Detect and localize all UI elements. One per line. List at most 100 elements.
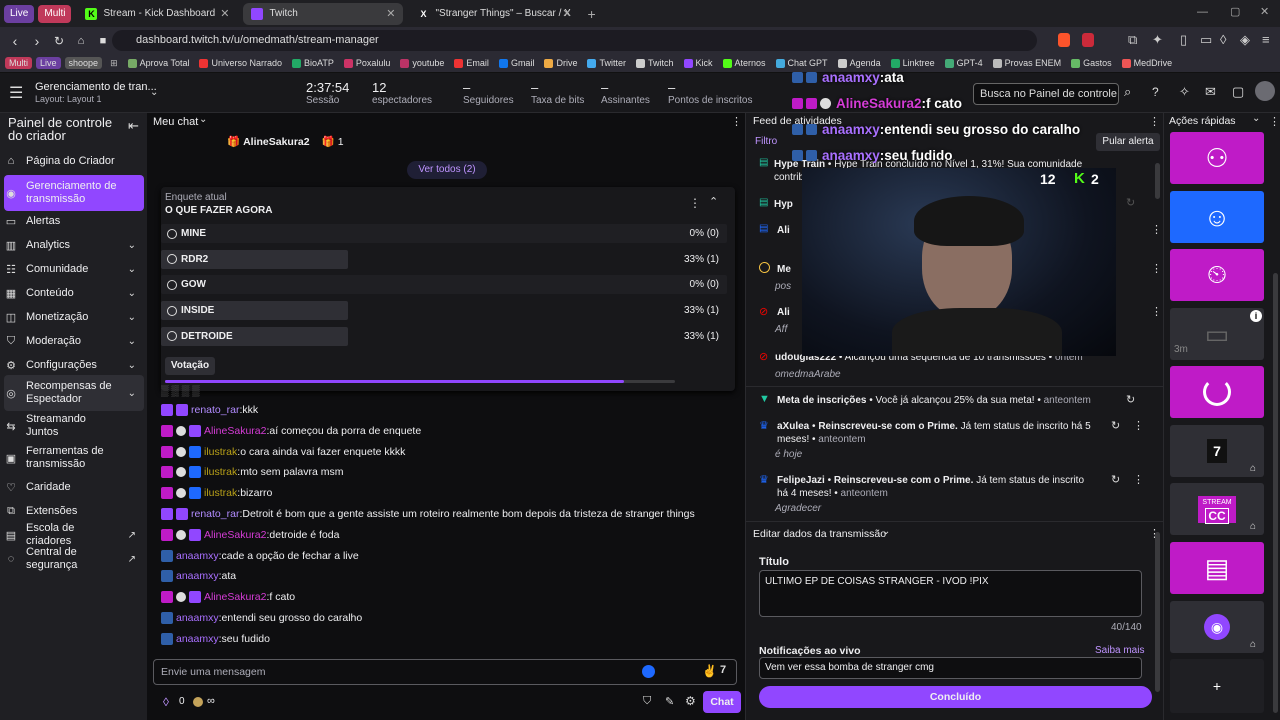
replay-icon[interactable]: ↻ xyxy=(1111,473,1120,486)
replay-icon[interactable]: ↻ xyxy=(1126,196,1135,209)
sidebar-item-8[interactable]: ⚙ Configurações ⌄ xyxy=(4,355,144,375)
menu-icon[interactable]: ≡ xyxy=(1262,32,1270,47)
chat-input[interactable]: Envie uma mensagem ✌ 7 xyxy=(153,659,737,685)
see-all-button[interactable]: Ver todos (2) xyxy=(407,161,487,179)
sidebar-item-10[interactable]: ⇆ Streamando Juntos xyxy=(4,413,144,438)
chat-username[interactable]: ilustrak xyxy=(204,487,237,499)
gift-badge-icon[interactable] xyxy=(176,592,186,603)
bookmark-item[interactable]: Twitter xyxy=(587,58,626,68)
tab-multi[interactable]: Multi xyxy=(38,4,72,23)
add-raid-button[interactable]: ⚇ xyxy=(1170,132,1264,184)
new-tab-icon[interactable]: + xyxy=(587,6,595,22)
chat-username[interactable]: AlineSakura2 xyxy=(204,591,266,603)
title-field[interactable]: ULTIMO EP DE COISAS STRANGER - IVOD !PIX xyxy=(759,570,1142,617)
gift-badge-icon[interactable] xyxy=(176,425,186,436)
url-field[interactable]: dashboard.twitch.tv/u/omedmath/stream-ma… xyxy=(112,30,1037,51)
reload-icon[interactable]: ↻ xyxy=(48,34,70,48)
search-icon[interactable]: ⌕ xyxy=(1124,84,1131,100)
chat-username[interactable]: AlineSakura2 xyxy=(204,425,266,437)
sidebar-item-11[interactable]: ▣ Ferramentas de transmissão xyxy=(4,440,144,476)
sub-badge-icon[interactable] xyxy=(161,466,173,479)
slow-mode-button[interactable]: ⏲ xyxy=(1170,249,1264,301)
seventv-button[interactable]: 7 ⌂ xyxy=(1170,425,1264,477)
maximize-icon[interactable]: ▢ xyxy=(1230,5,1240,18)
sub-badge-icon[interactable] xyxy=(161,632,173,645)
whispers-icon[interactable]: ▢ xyxy=(1232,84,1244,100)
skip-alert-button[interactable]: Pular alerta xyxy=(1096,133,1160,151)
ad-button[interactable]: ▭ i 3m xyxy=(1170,308,1264,360)
bookmark-item[interactable]: Kick xyxy=(683,58,713,68)
chat-username[interactable]: renato_rar xyxy=(191,404,239,416)
bookmark-item[interactable]: Twitch xyxy=(635,58,674,68)
more-options-icon[interactable]: ⋮ xyxy=(689,196,701,210)
chevron-down-icon[interactable]: ⌄ xyxy=(1252,113,1260,124)
chevron-up-icon[interactable]: ⌃ xyxy=(709,195,718,208)
gift-badge-icon[interactable] xyxy=(176,446,186,457)
more-options-icon[interactable]: ⋮ xyxy=(731,115,742,128)
gift-badge-icon[interactable] xyxy=(176,488,186,499)
hamburger-icon[interactable]: ☰ xyxy=(9,83,23,103)
window-close-icon[interactable]: ✕ xyxy=(1260,5,1269,18)
poll-option[interactable]: GOW 0% (0) xyxy=(161,275,727,295)
podcast-button[interactable]: ◉ ⌂ xyxy=(1170,601,1264,653)
emote-only-button[interactable]: ☺ xyxy=(1170,191,1264,243)
vote-button[interactable]: Votação xyxy=(165,357,215,375)
scrollbar[interactable] xyxy=(1273,273,1278,713)
channel-points-icon[interactable]: ◊ xyxy=(163,695,169,709)
home-icon[interactable]: ⌂ xyxy=(70,35,92,47)
bookmark-item[interactable]: Live xyxy=(36,57,61,69)
filter-button[interactable]: Filtro xyxy=(755,136,777,147)
sub-badge-icon[interactable] xyxy=(161,549,173,562)
back-icon[interactable]: ‹ xyxy=(4,33,26,49)
collapse-sidebar-icon[interactable]: ⇤ xyxy=(128,118,139,134)
minimize-icon[interactable]: — xyxy=(1197,6,1208,18)
bookmark-item[interactable]: Gmail xyxy=(498,58,534,68)
radio-icon[interactable] xyxy=(167,228,177,239)
bookmark-item[interactable]: Gastos xyxy=(1071,58,1112,68)
poll-option[interactable]: DETROIDE 33% (1) xyxy=(161,326,727,346)
sub-badge-icon[interactable] xyxy=(161,508,173,520)
sub-badge-icon[interactable] xyxy=(161,404,173,416)
replay-icon[interactable]: ↻ xyxy=(1111,419,1120,432)
bookmark-icon[interactable]: ■ xyxy=(92,35,114,47)
bookmark-item[interactable]: BioATP xyxy=(292,58,334,68)
sidebar-item-15[interactable]: ◌ Central de segurança ↗ xyxy=(4,546,144,571)
chat-username[interactable]: anaamxy xyxy=(176,612,219,624)
learn-more-link[interactable]: Saiba mais xyxy=(1095,645,1144,656)
add-action-button[interactable]: + xyxy=(1170,659,1264,713)
puzzle-icon[interactable]: ✦ xyxy=(1152,32,1163,48)
bits-icon[interactable]: ✧ xyxy=(1179,84,1190,100)
search-input[interactable]: Busca no Painel de controle (C xyxy=(973,83,1119,105)
tier-badge-icon[interactable] xyxy=(176,508,188,520)
radio-icon[interactable] xyxy=(167,279,177,290)
sub-badge-icon[interactable] xyxy=(161,487,173,500)
chat-username[interactable]: anaamxy xyxy=(176,570,219,582)
emote-icon[interactable]: ✌ xyxy=(702,664,717,678)
info-icon[interactable]: i xyxy=(1250,310,1262,322)
forward-icon[interactable]: › xyxy=(26,33,48,49)
verified-badge-icon[interactable] xyxy=(189,487,201,500)
more-options-icon[interactable]: ⋮ xyxy=(1133,473,1144,486)
verified-badge-icon[interactable] xyxy=(189,466,201,479)
bookmark-item[interactable]: youtube xyxy=(400,58,444,68)
scrollbar[interactable] xyxy=(1155,532,1160,692)
gear-icon[interactable]: ⚙ xyxy=(685,694,696,708)
poll-option[interactable]: MINE 0% (0) xyxy=(161,224,727,243)
chat-username[interactable]: anaamxy xyxy=(176,633,219,645)
avatar[interactable] xyxy=(1255,81,1275,101)
bookmark-item[interactable]: Linktree xyxy=(890,58,935,68)
chat-username[interactable]: renato_rar xyxy=(191,508,239,520)
notif-field[interactable]: Vem ver essa bomba de stranger cmg xyxy=(759,657,1142,679)
more-options-icon[interactable]: ⋮ xyxy=(1133,419,1144,432)
sidebar-item-12[interactable]: ♡ Caridade xyxy=(4,477,144,497)
bookmark-item[interactable]: MedDrive xyxy=(1121,58,1172,68)
sub-badge-icon[interactable] xyxy=(161,445,173,458)
bookmark-item[interactable]: GPT-4 xyxy=(944,58,983,68)
bookmark-item[interactable]: Universo Narrado xyxy=(199,58,282,68)
verified-badge-icon[interactable] xyxy=(189,424,201,437)
replay-icon[interactable]: ↻ xyxy=(1126,393,1135,406)
sidebar-item-9[interactable]: ◎ Recompensas de Espectador ⌄ xyxy=(4,375,144,411)
sub-badge-icon[interactable] xyxy=(161,591,173,604)
tab-twitch[interactable]: Twitch ✕ xyxy=(243,2,404,25)
chevron-down-icon[interactable]: ⌄ xyxy=(199,114,207,125)
